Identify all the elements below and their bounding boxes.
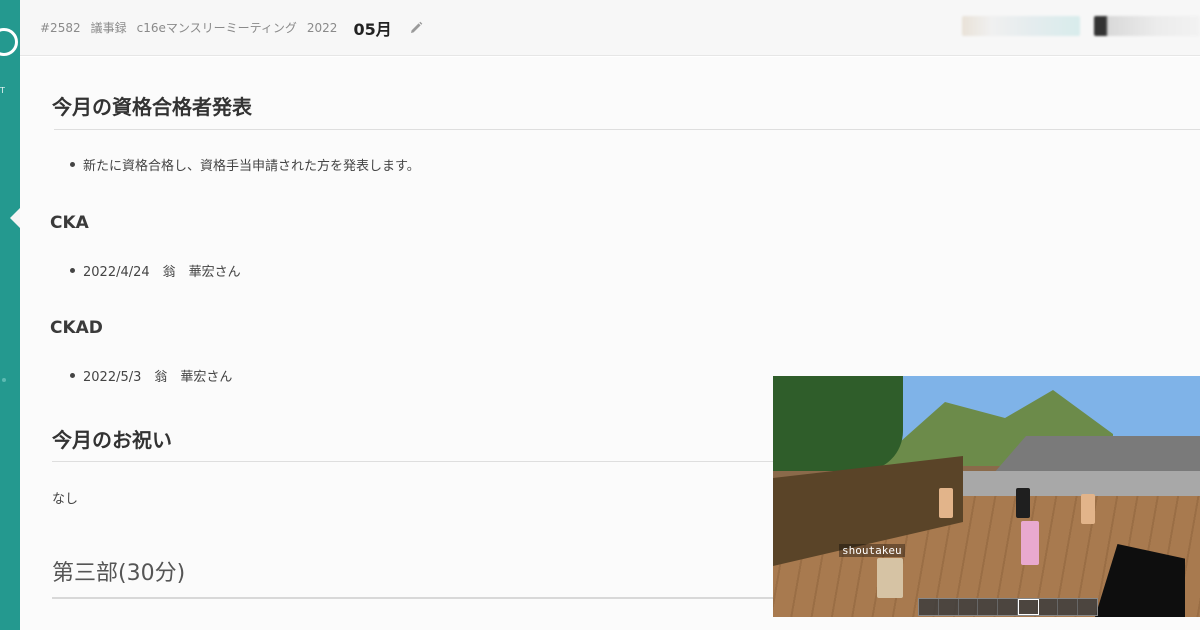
list-item: 2022/4/24 翁 華宏さん <box>52 261 241 280</box>
video-avatar <box>877 558 903 598</box>
hotbar-slot <box>978 599 999 615</box>
bullet-dot <box>70 162 75 167</box>
section-heading: 今月の資格合格者発表 <box>52 95 252 119</box>
breadcrumb: #2582 議事録 c16eマンスリーミーティング 2022 05月 <box>20 16 424 40</box>
list-item-text: 2022/4/24 翁 華宏さん <box>83 265 241 280</box>
rail-label: T <box>0 86 5 95</box>
blurred-user-info[interactable] <box>962 16 1080 36</box>
hotbar-slot <box>939 599 959 615</box>
section-heading: 今月のお祝い <box>52 428 172 452</box>
divider <box>54 129 1200 130</box>
search-icon[interactable] <box>0 28 18 56</box>
bullet-dot <box>70 268 75 273</box>
video-avatar <box>1016 488 1030 518</box>
hotbar-slot <box>1078 599 1097 615</box>
breadcrumb-category[interactable]: 議事録 <box>91 19 127 36</box>
list-item-text: 新たに資格合格し、資格手当申請された方を発表します。 <box>83 159 420 174</box>
divider <box>52 461 774 462</box>
video-overlay[interactable]: shoutakeu <box>773 376 1200 617</box>
page-header: #2582 議事録 c16eマンスリーミーティング 2022 05月 <box>20 0 1200 56</box>
divider <box>52 597 774 599</box>
section-heading: 第三部(30分) <box>52 561 186 586</box>
video-avatar <box>1081 494 1095 524</box>
rail-dot <box>2 378 6 382</box>
sidebar-rail: T <box>0 0 20 630</box>
blurred-user-avatar[interactable] <box>1094 16 1200 36</box>
hotbar-slot <box>1039 599 1059 615</box>
hotbar-slot <box>919 599 939 615</box>
subsection-heading-ckad: CKAD <box>50 318 103 338</box>
active-indicator <box>10 208 20 228</box>
section-body: なし <box>52 492 79 507</box>
bullet-dot <box>70 373 75 378</box>
list-item: 2022/5/3 翁 華宏さん <box>52 366 232 385</box>
video-player-name: shoutakeu <box>839 544 905 557</box>
video-avatar <box>1021 521 1039 565</box>
list-item-text: 2022/5/3 翁 華宏さん <box>83 370 233 385</box>
user-area <box>962 12 1200 40</box>
video-hotbar <box>918 598 1098 616</box>
page-id[interactable]: #2582 <box>40 21 81 35</box>
video-tree <box>773 376 903 471</box>
subsection-heading-cka: CKA <box>50 213 89 233</box>
page-title: 05月 <box>353 19 392 39</box>
video-avatar <box>939 488 953 518</box>
breadcrumb-year[interactable]: 2022 <box>307 21 338 35</box>
hotbar-slot <box>1017 599 1039 615</box>
breadcrumb-meeting[interactable]: c16eマンスリーミーティング <box>137 19 297 36</box>
hotbar-slot <box>1058 599 1079 615</box>
hotbar-slot <box>998 599 1018 615</box>
hotbar-slot <box>959 599 979 615</box>
list-item: 新たに資格合格し、資格手当申請された方を発表します。 <box>52 155 420 174</box>
pencil-icon[interactable] <box>408 20 424 36</box>
